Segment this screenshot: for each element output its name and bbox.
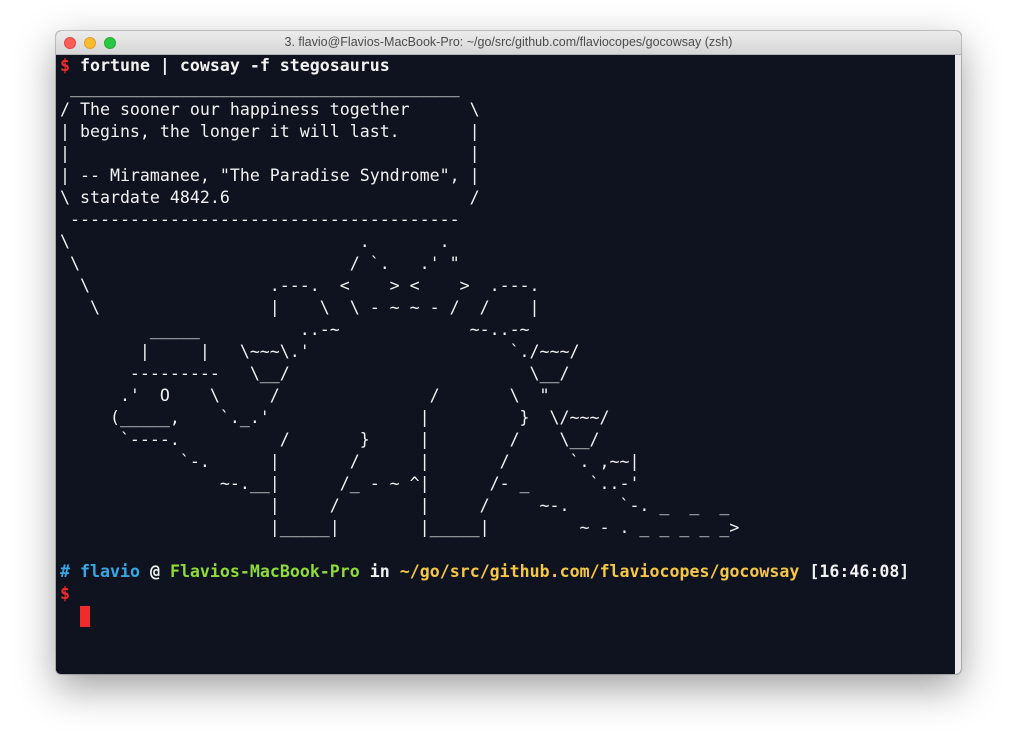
output-line: \ stardate 4842.6 / [60, 188, 480, 207]
prompt-at: @ [149, 562, 160, 581]
prompt-user: flavio [80, 562, 140, 581]
text-cursor [80, 606, 90, 627]
output-line: | | [60, 144, 480, 163]
prompt-path: ~/go/src/github.com/flaviocopes/gocowsay [399, 562, 800, 581]
terminal-window: 3. flavio@Flavios-MacBook-Pro: ~/go/src/… [56, 31, 961, 674]
output-line: | begins, the longer it will last. | [60, 122, 480, 141]
input-prompt-symbol: $ [60, 584, 70, 603]
output-line: --------- \__/ \__/ [60, 364, 570, 383]
output-line: (_____, `._.' | } \/~~~/ [60, 408, 610, 427]
output-line: \ | \ \ - ~ ~ - / / | [60, 298, 540, 317]
prompt-in: in [369, 562, 390, 581]
output-line: / The sooner our happiness together \ [60, 100, 480, 119]
prompt-host: Flavios-MacBook-Pro [169, 562, 360, 581]
output-line: \ .---. < > < > .---. [60, 276, 540, 295]
output-line: _______________________________________ [60, 78, 460, 97]
output-line: | / | / ~-. `-. _ _ _ [60, 496, 730, 515]
title-bar[interactable]: 3. flavio@Flavios-MacBook-Pro: ~/go/src/… [56, 31, 961, 55]
command-text: fortune | cowsay -f stegosaurus [80, 56, 390, 75]
output-line: --------------------------------------- [60, 210, 460, 229]
output-line: ~-.__| /_ - ~ ^| /- _ `..-' [60, 474, 640, 493]
output-line: | -- Miramanee, "The Paradise Syndrome",… [60, 166, 480, 185]
prompt-time: [16:46:08] [809, 562, 910, 581]
window-title: 3. flavio@Flavios-MacBook-Pro: ~/go/src/… [284, 35, 733, 49]
output-line: .' O \ / / \ " [60, 386, 550, 405]
output-line: | | \~~~\.' `./~~~/ [60, 342, 580, 361]
output-line: `-. | / | / `. ,~~| [60, 452, 640, 471]
output-line: `----. / } | / \__/ [60, 430, 600, 449]
command-prompt-symbol: $ [60, 56, 70, 75]
scrollbar-track[interactable] [955, 55, 961, 674]
output-line: |_____| |_____| ~ - . _ _ _ _ _> [60, 518, 740, 537]
input-line[interactable]: $ [60, 583, 70, 605]
output-line: _____ ..-~ ~-..-~ [60, 320, 530, 339]
shell-prompt-info: # flavio @ Flavios-MacBook-Pro in ~/go/s… [60, 561, 909, 583]
terminal-output[interactable]: $ fortune | cowsay -f stegosaurus ______… [56, 55, 955, 674]
prompt-hash: # [60, 562, 70, 581]
command-line: $ fortune | cowsay -f stegosaurus [60, 55, 390, 77]
output-line: \ / `. .' " [60, 254, 460, 273]
output-line: \ . . [60, 232, 450, 251]
